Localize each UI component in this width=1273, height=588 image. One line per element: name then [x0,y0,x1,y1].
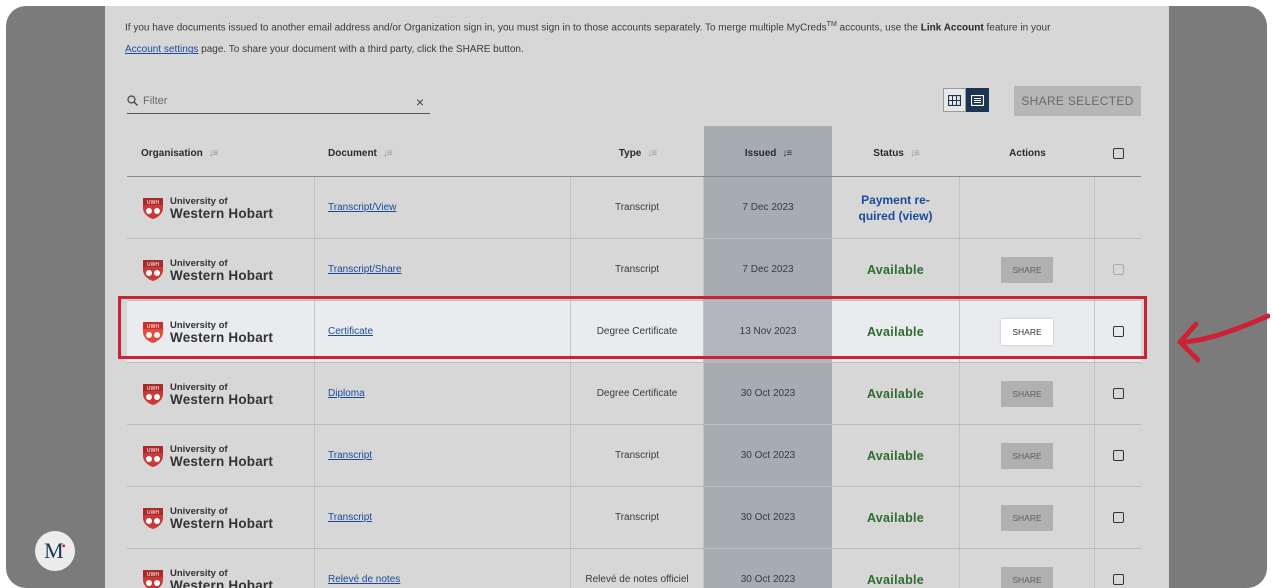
documents-table: Organisation ↓≡ Document ↓≡ Type ↓≡ Issued ↓… [127,131,1141,588]
col-actions: Actions [1009,148,1046,159]
svg-text:UWH: UWH [147,510,160,516]
col-type[interactable]: Type ↓≡ [571,131,704,176]
search-icon [127,95,138,106]
document-link[interactable]: Transcript/View [328,202,396,213]
clear-icon[interactable]: × [416,94,424,110]
document-link[interactable]: Relevé de notes [328,574,400,585]
col-select-all [1095,131,1141,176]
table-row: UWH University of Western Hobart Transcri… [127,487,1141,549]
col-status[interactable]: Status ↓≡ [832,131,960,176]
table-row-highlighted: UWH University of Western Hobart Certific… [127,301,1141,363]
table-header: Organisation ↓≡ Document ↓≡ Type ↓≡ Issued ↓… [127,131,1141,177]
share-button[interactable]: SHARE [1001,442,1053,469]
status-badge: Available [866,448,925,463]
status-badge: Available [866,510,925,525]
share-button[interactable]: SHARE [1001,566,1053,588]
university-shield-icon: UWH [143,197,163,219]
grid-view-button[interactable] [943,88,966,112]
svg-text:UWH: UWH [147,200,160,206]
intro-text: If you have documents issued to another … [125,21,1051,56]
document-link[interactable]: Transcript [328,450,372,461]
document-link[interactable]: Diploma [328,388,365,399]
sort-icon: ↓≡ [382,148,393,159]
select-all-checkbox[interactable] [1112,148,1124,159]
screen-frame: If you have documents issued to another … [6,6,1267,588]
status-badge: Available [866,386,925,401]
share-selected-button[interactable]: SHARE SELECTED [1014,86,1141,116]
list-view-button[interactable] [966,88,989,112]
share-button[interactable]: SHARE [1001,504,1053,531]
org-logo: UWH University of Western Hobart [141,196,273,220]
sort-icon: ↓≡ [909,148,920,159]
status-badge: Available [866,572,925,587]
view-toggle [943,88,989,112]
status-badge: Available [866,262,925,277]
share-button[interactable]: SHARE [1001,380,1053,407]
link-account-label: Link Account [920,22,984,34]
payment-required-link[interactable]: Payment re-quired (view) [858,192,932,224]
table-row: UWH University of Western Hobart Diploma … [127,363,1141,425]
university-shield-icon: UWH [143,445,163,467]
document-link[interactable]: Transcript [328,512,372,523]
col-organisation[interactable]: Organisation ↓≡ [127,131,315,176]
share-button[interactable]: SHARE [1001,318,1053,345]
table-row: UWH University of Western Hobart Relevé d… [127,549,1141,588]
university-shield-icon: UWH [143,569,163,588]
filter-field: × [127,90,430,114]
filter-input[interactable] [143,93,393,109]
svg-text:UWH: UWH [147,324,160,330]
grid-icon [948,94,961,106]
documents-page: If you have documents issued to another … [105,6,1169,588]
table-row: UWH University of Western Hobart Transcri… [127,425,1141,487]
list-icon [971,94,984,106]
document-link[interactable]: Transcript/Share [328,264,402,275]
row-checkbox[interactable] [1112,574,1124,585]
org-logo: UWH University of Western Hobart [141,258,273,282]
account-settings-link[interactable]: Account settings [125,44,198,55]
status-badge: Available [866,324,925,339]
svg-text:UWH: UWH [147,386,160,392]
org-logo: UWH University of Western Hobart [141,444,273,468]
row-checkbox[interactable] [1112,450,1124,461]
university-shield-icon: UWH [143,259,163,281]
row-checkbox[interactable] [1112,264,1124,275]
university-shield-icon: UWH [143,321,163,343]
svg-text:UWH: UWH [147,448,160,454]
mycreds-logo[interactable]: M • [35,531,75,571]
share-button[interactable]: SHARE [1001,256,1053,283]
university-shield-icon: UWH [143,507,163,529]
arrow-annotation-icon [1177,313,1270,363]
col-document[interactable]: Document ↓≡ [315,131,571,176]
org-logo: UWH University of Western Hobart [141,568,273,588]
document-link[interactable]: Certificate [328,326,373,337]
org-logo: UWH University of Western Hobart [141,320,273,344]
table-row: UWH University of Western Hobart Transcri… [127,177,1141,239]
university-shield-icon: UWH [143,383,163,405]
row-checkbox[interactable] [1112,326,1124,337]
col-issued[interactable]: Issued ↓≡ [704,131,832,176]
svg-text:UWH: UWH [147,572,160,578]
row-checkbox[interactable] [1112,388,1124,399]
sort-desc-icon: ↓≡ [782,148,792,159]
row-checkbox[interactable] [1112,512,1124,523]
sort-icon: ↓≡ [208,148,219,159]
org-logo: UWH University of Western Hobart [141,382,273,406]
org-logo: UWH University of Western Hobart [141,506,273,530]
svg-text:UWH: UWH [147,262,160,268]
sort-icon: ↓≡ [647,148,657,159]
table-row: UWH University of Western Hobart Transcri… [127,239,1141,301]
